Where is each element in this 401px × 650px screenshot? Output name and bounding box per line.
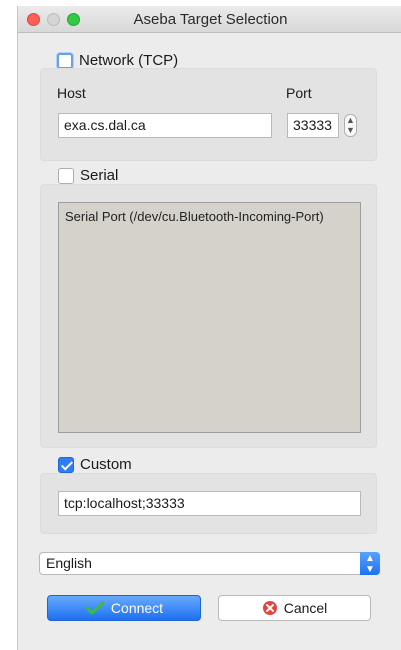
checkmark-icon — [85, 601, 105, 615]
chevron-down-icon[interactable]: ▼ — [345, 125, 356, 135]
network-checkbox-row[interactable]: Network (TCP) — [57, 52, 178, 69]
close-circle-icon — [262, 600, 278, 616]
serial-group: Serial Port (/dev/cu.Bluetooth-Incoming-… — [40, 184, 377, 448]
cancel-button-label: Cancel — [283, 600, 328, 616]
custom-checkbox-row[interactable]: Custom — [58, 456, 132, 473]
custom-group: tcp:localhost;33333 — [40, 473, 377, 534]
cancel-button[interactable]: Cancel — [218, 595, 371, 621]
custom-checkbox-label: Custom — [80, 456, 132, 473]
language-select[interactable]: English ▲ ▼ — [39, 552, 380, 575]
window-title: Aseba Target Selection — [133, 11, 288, 28]
custom-target-input[interactable]: tcp:localhost;33333 — [58, 491, 361, 516]
serial-checkbox-label: Serial — [80, 167, 119, 184]
port-input[interactable]: 33333 — [287, 113, 339, 138]
title-bar: Aseba Target Selection — [18, 6, 401, 33]
serial-checkbox[interactable] — [58, 167, 74, 184]
connect-button-label: Connect — [110, 600, 164, 616]
list-item[interactable]: Serial Port (/dev/cu.Bluetooth-Incoming-… — [65, 209, 354, 224]
network-checkbox-label: Network (TCP) — [79, 52, 179, 69]
host-label: Host — [57, 85, 86, 101]
chevron-up-icon[interactable]: ▲ — [345, 115, 356, 125]
custom-checkbox[interactable] — [58, 456, 74, 473]
network-group: Host Port exa.cs.dal.ca 33333 ▲ ▼ — [40, 68, 377, 161]
serial-checkbox-row[interactable]: Serial — [58, 167, 118, 184]
host-input[interactable]: exa.cs.dal.ca — [58, 113, 272, 138]
dialog-window: Aseba Target Selection Network (TCP) Hos… — [17, 6, 401, 650]
updown-chevron-icon[interactable]: ▲ ▼ — [360, 552, 380, 575]
network-checkbox[interactable] — [57, 52, 73, 69]
connect-button[interactable]: Connect — [47, 595, 201, 621]
port-stepper[interactable]: ▲ ▼ — [344, 114, 357, 137]
language-selected-value: English — [46, 555, 92, 571]
port-label: Port — [286, 85, 312, 101]
serial-port-list[interactable]: Serial Port (/dev/cu.Bluetooth-Incoming-… — [58, 202, 361, 433]
